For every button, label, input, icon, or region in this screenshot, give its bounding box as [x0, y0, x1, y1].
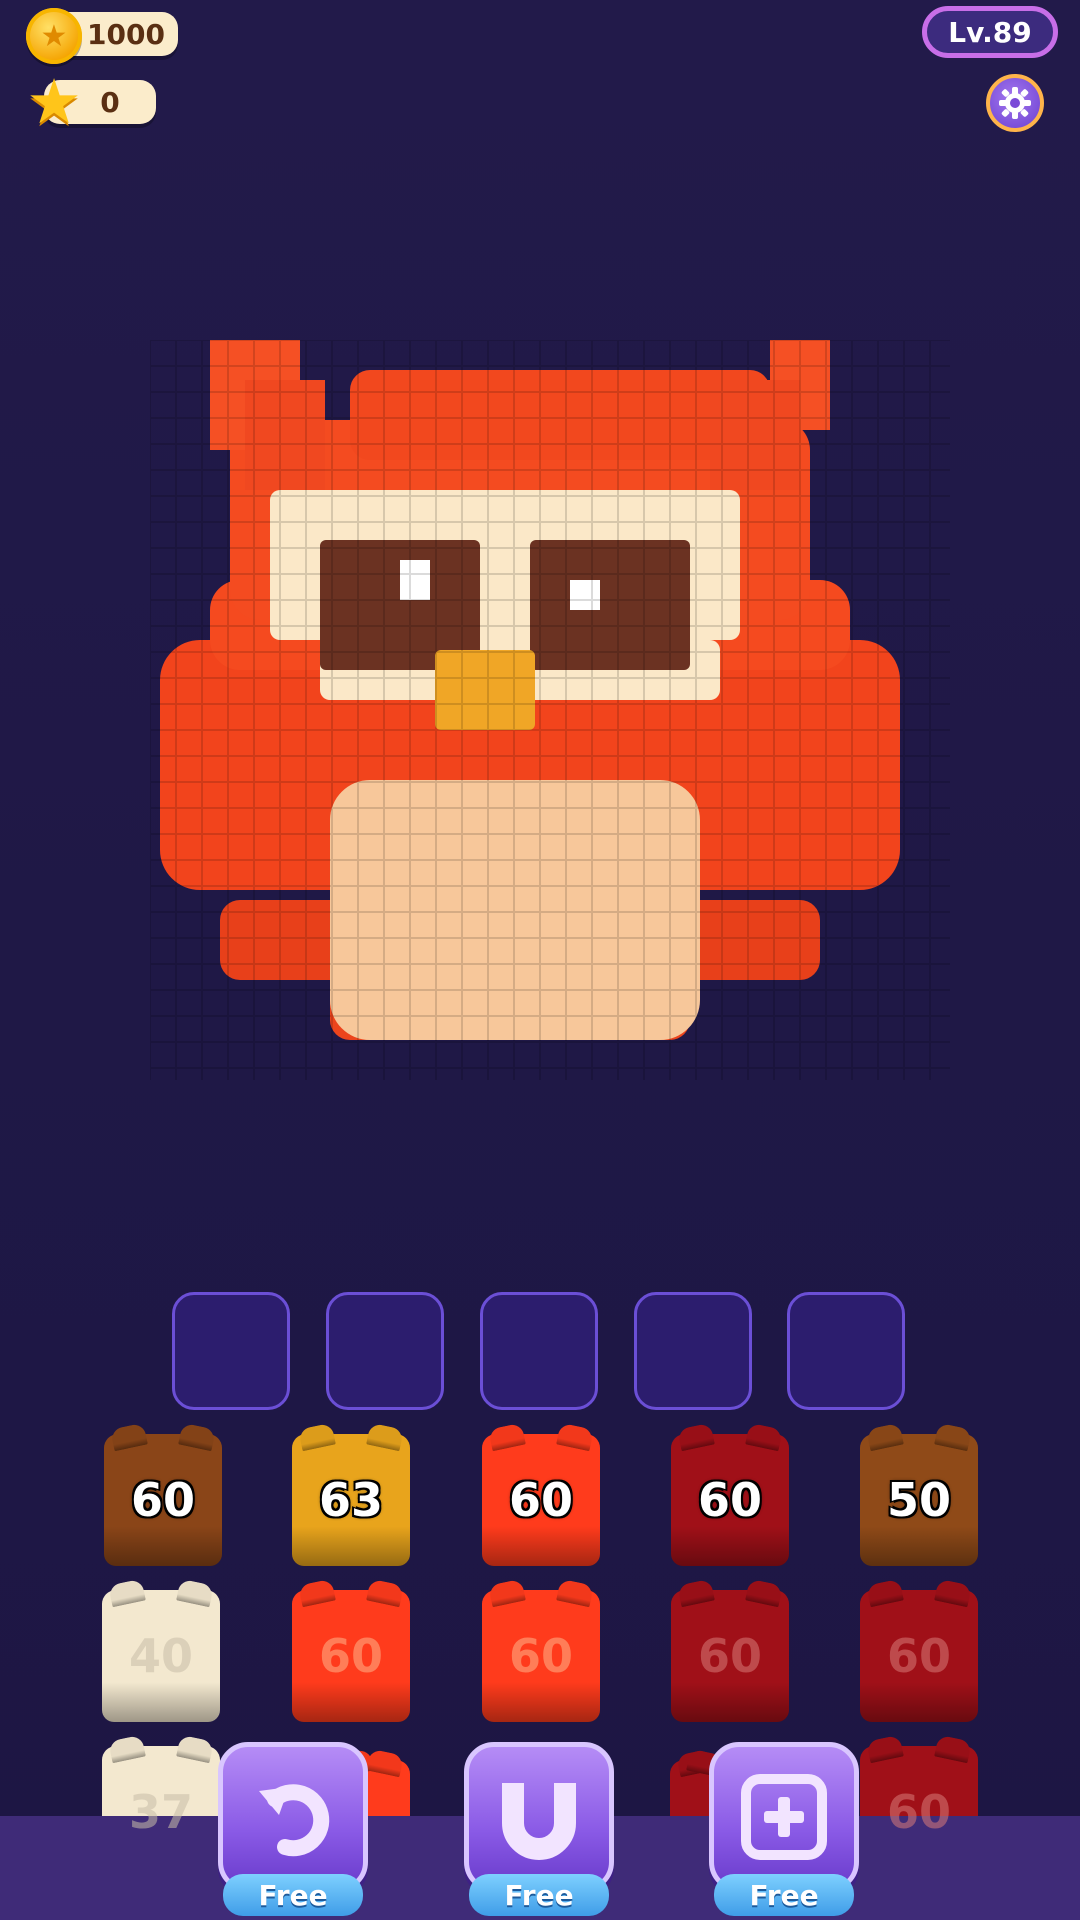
level-text: Lv.89: [948, 15, 1032, 49]
block-count: 40: [128, 1629, 193, 1683]
block-count: 60: [697, 1473, 762, 1527]
block: 40: [102, 1590, 220, 1722]
block-count: 60: [886, 1785, 951, 1839]
block: 60: [292, 1590, 410, 1722]
block-count: 60: [130, 1473, 195, 1527]
block-count: 60: [318, 1629, 383, 1683]
add-slot-booster-button[interactable]: [709, 1742, 859, 1892]
undo-free-label: Free: [223, 1874, 363, 1916]
star-count: 0: [100, 85, 120, 119]
block[interactable]: 60: [104, 1434, 222, 1566]
block-count: 37: [128, 1785, 193, 1839]
block-count: 60: [697, 1629, 762, 1683]
coin-count: 1000: [87, 17, 165, 51]
coin-icon: ★: [26, 8, 82, 64]
level-badge: Lv.89: [922, 6, 1058, 58]
voxel-owl-artwork[interactable]: [150, 340, 950, 1080]
block: 60: [860, 1590, 978, 1722]
free-text: Free: [504, 1878, 574, 1912]
plus-square-icon: [741, 1774, 827, 1860]
slot-3: [480, 1292, 598, 1410]
block[interactable]: 60: [482, 1434, 600, 1566]
owl-beak: [435, 650, 535, 730]
block-count: 60: [508, 1473, 573, 1527]
slot-1: [172, 1292, 290, 1410]
settings-button[interactable]: [986, 74, 1044, 132]
magnet-icon: [502, 1783, 576, 1860]
slot-5: [787, 1292, 905, 1410]
block-count: 60: [886, 1629, 951, 1683]
block-count: 60: [508, 1629, 573, 1683]
add-slot-free-label: Free: [714, 1874, 854, 1916]
block-count: 50: [886, 1473, 951, 1527]
block: 60: [671, 1590, 789, 1722]
block-count: 63: [318, 1473, 383, 1527]
free-text: Free: [258, 1878, 328, 1912]
block: 60: [482, 1590, 600, 1722]
undo-booster-button[interactable]: [218, 1742, 368, 1892]
block[interactable]: 50: [860, 1434, 978, 1566]
star-icon: ★: [26, 65, 82, 138]
magnet-free-label: Free: [469, 1874, 609, 1916]
magnet-booster-button[interactable]: [464, 1742, 614, 1892]
slot-4: [634, 1292, 752, 1410]
block[interactable]: 63: [292, 1434, 410, 1566]
undo-arrow-icon: [259, 1784, 330, 1857]
free-text: Free: [749, 1878, 819, 1912]
slot-2: [326, 1292, 444, 1410]
gear-icon: [999, 87, 1031, 119]
block[interactable]: 60: [671, 1434, 789, 1566]
